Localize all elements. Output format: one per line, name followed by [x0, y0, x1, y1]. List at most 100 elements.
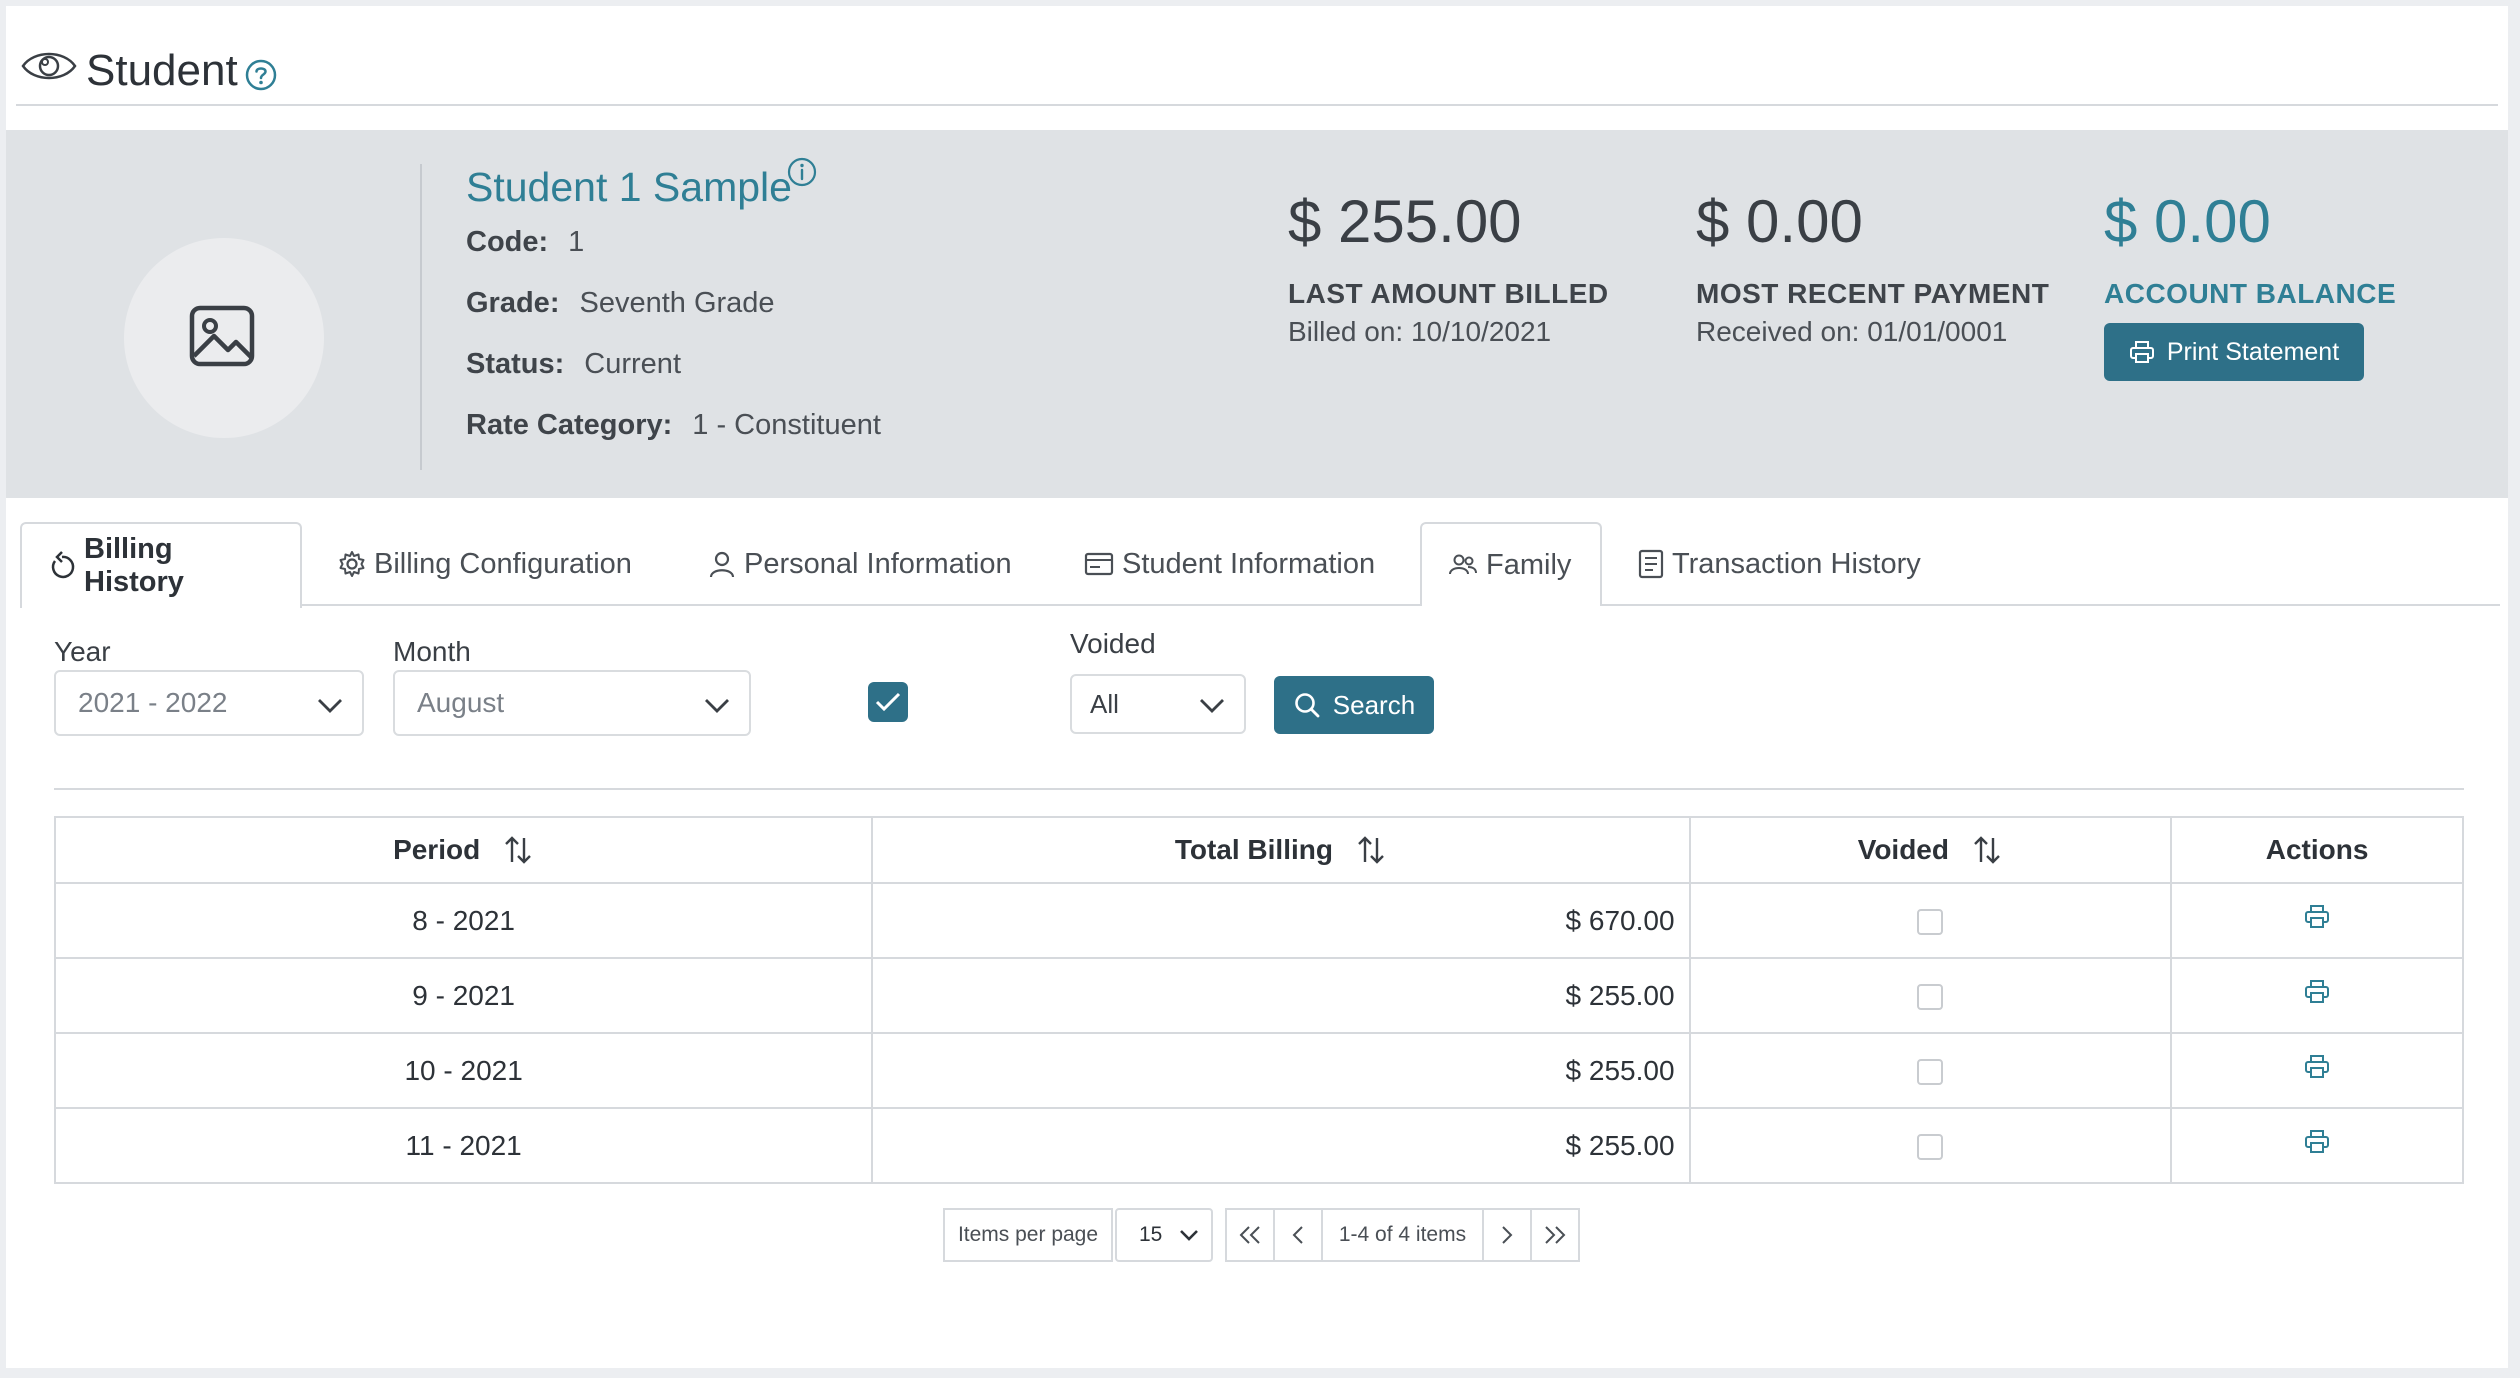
voided-checkbox[interactable]: [1917, 984, 1944, 1011]
column-header-total-billing[interactable]: Total Billing: [871, 816, 1691, 884]
filter-checkbox[interactable]: [868, 682, 908, 722]
voided-cell: [1688, 1032, 2173, 1109]
first-page-button[interactable]: [1225, 1208, 1275, 1262]
document-icon: [1638, 549, 1664, 579]
last-page-button[interactable]: [1530, 1208, 1580, 1262]
student-page: Student Student 1 Sample Code: 1 Grade: …: [6, 6, 2508, 1368]
student-status: Status: Current: [466, 348, 681, 380]
column-header-actions: Actions: [2170, 816, 2464, 884]
divider: [16, 104, 2498, 106]
printer-icon[interactable]: [2303, 1129, 2331, 1155]
eye-icon: [21, 52, 77, 80]
amount: $ 255.00: [1288, 188, 1522, 255]
voided-cell: [1688, 1107, 2173, 1184]
table-row: 8 - 2021 $ 670.00: [53, 882, 2464, 959]
actions-cell: [2170, 1032, 2464, 1109]
printer-icon[interactable]: [2303, 904, 2331, 930]
divider: [54, 788, 2464, 790]
next-page-button[interactable]: [1482, 1208, 1532, 1262]
voided-cell: [1688, 882, 2173, 959]
tab-family[interactable]: Family: [1420, 522, 1602, 606]
month-select[interactable]: August: [393, 670, 751, 736]
voided-cell: [1688, 957, 2173, 1034]
student-name[interactable]: Student 1 Sample: [466, 164, 792, 211]
year-label: Year: [54, 636, 111, 667]
total-billing-cell: $ 255.00: [871, 957, 1691, 1034]
voided-checkbox[interactable]: [1917, 909, 1944, 936]
table-header-row: Period Total Billing Voided Actions: [53, 816, 2464, 884]
person-icon: [709, 551, 735, 578]
stat-subtext: Received on: 01/01/0001: [1696, 316, 2008, 347]
print-statement-button[interactable]: Print Statement: [2104, 323, 2364, 381]
tab-bar: Billing History Billing Configuration Pe…: [20, 522, 2500, 608]
student-rate-category: Rate Category: 1 - Constituent: [466, 409, 881, 441]
avatar: [124, 238, 324, 438]
checkmark-icon: [875, 692, 901, 712]
search-button[interactable]: Search: [1274, 676, 1434, 734]
actions-cell: [2170, 1107, 2464, 1184]
voided-checkbox[interactable]: [1917, 1134, 1944, 1161]
stat-label: ACCOUNT BALANCE: [2104, 278, 2397, 309]
divider: [420, 164, 422, 470]
previous-page-button[interactable]: [1273, 1208, 1323, 1262]
help-icon[interactable]: [244, 58, 278, 92]
sort-icon: [1974, 836, 2000, 864]
image-placeholder-icon: [189, 305, 255, 367]
chevron-left-icon: [1292, 1226, 1303, 1244]
period-cell: 8 - 2021: [53, 882, 874, 959]
month-label: Month: [393, 636, 471, 667]
tab-billing-history[interactable]: Billing History: [20, 522, 302, 608]
actions-cell: [2170, 957, 2464, 1034]
chevron-down-icon: [1200, 699, 1224, 713]
table-row: 10 - 2021 $ 255.00: [53, 1032, 2464, 1109]
last-amount-billed: $ 255.00 LAST AMOUNT BILLED Billed on: 1…: [1288, 186, 1609, 348]
voided-checkbox[interactable]: [1917, 1059, 1944, 1086]
column-header-voided[interactable]: Voided: [1688, 816, 2173, 884]
sort-icon: [1358, 836, 1384, 864]
stat-subtext: Billed on: 10/10/2021: [1288, 316, 1552, 347]
student-code: Code: 1: [466, 226, 585, 258]
billing-history-table: Period Total Billing Voided Actions 8 - …: [53, 816, 2464, 1184]
stat-label: MOST RECENT PAYMENT: [1696, 278, 2050, 309]
actions-cell: [2170, 882, 2464, 959]
tab-billing-configuration[interactable]: Billing Configuration: [312, 522, 658, 606]
voided-label: Voided: [1070, 628, 1156, 659]
double-chevron-left-icon: [1239, 1226, 1260, 1244]
search-icon: [1294, 693, 1320, 718]
account-balance: $ 0.00 ACCOUNT BALANCE: [2104, 186, 2396, 310]
period-cell: 9 - 2021: [53, 957, 874, 1034]
voided-select[interactable]: All: [1070, 674, 1246, 734]
info-icon[interactable]: [786, 156, 818, 188]
page-size-select[interactable]: 15: [1115, 1208, 1213, 1262]
most-recent-payment: $ 0.00 MOST RECENT PAYMENT Received on: …: [1696, 186, 2049, 348]
total-billing-cell: $ 670.00: [871, 882, 1691, 959]
column-header-period[interactable]: Period: [53, 816, 874, 884]
chevron-down-icon: [1180, 1230, 1198, 1241]
title-bar: Student: [6, 6, 2508, 106]
chevron-down-icon: [318, 699, 342, 713]
student-summary: Student 1 Sample Code: 1 Grade: Seventh Gr…: [6, 130, 2508, 498]
chevron-down-icon: [705, 699, 729, 713]
tab-personal-information[interactable]: Personal Information: [682, 522, 1038, 606]
student-grade: Grade: Seventh Grade: [466, 287, 775, 319]
printer-icon[interactable]: [2303, 979, 2331, 1005]
printer-icon[interactable]: [2303, 1054, 2331, 1080]
period-cell: 10 - 2021: [53, 1032, 874, 1109]
table-row: 9 - 2021 $ 255.00: [53, 957, 2464, 1034]
page-range: 1-4 of 4 items: [1321, 1208, 1484, 1262]
chevron-right-icon: [1502, 1226, 1513, 1244]
table-row: 11 - 2021 $ 255.00: [53, 1107, 2464, 1184]
items-per-page-label: Items per page: [943, 1208, 1113, 1262]
amount: $ 0.00: [1696, 188, 1863, 255]
family-icon: [1449, 554, 1477, 575]
history-icon: [51, 551, 75, 579]
id-card-icon: [1084, 552, 1114, 576]
tab-transaction-history[interactable]: Transaction History: [1612, 522, 1947, 606]
amount: $ 0.00: [2104, 188, 2271, 255]
year-select[interactable]: 2021 - 2022: [54, 670, 364, 736]
gear-icon: [339, 551, 365, 577]
tab-student-information[interactable]: Student Information: [1058, 522, 1401, 606]
sort-icon: [505, 836, 532, 864]
period-cell: 11 - 2021: [53, 1107, 874, 1184]
double-chevron-right-icon: [1545, 1226, 1566, 1244]
